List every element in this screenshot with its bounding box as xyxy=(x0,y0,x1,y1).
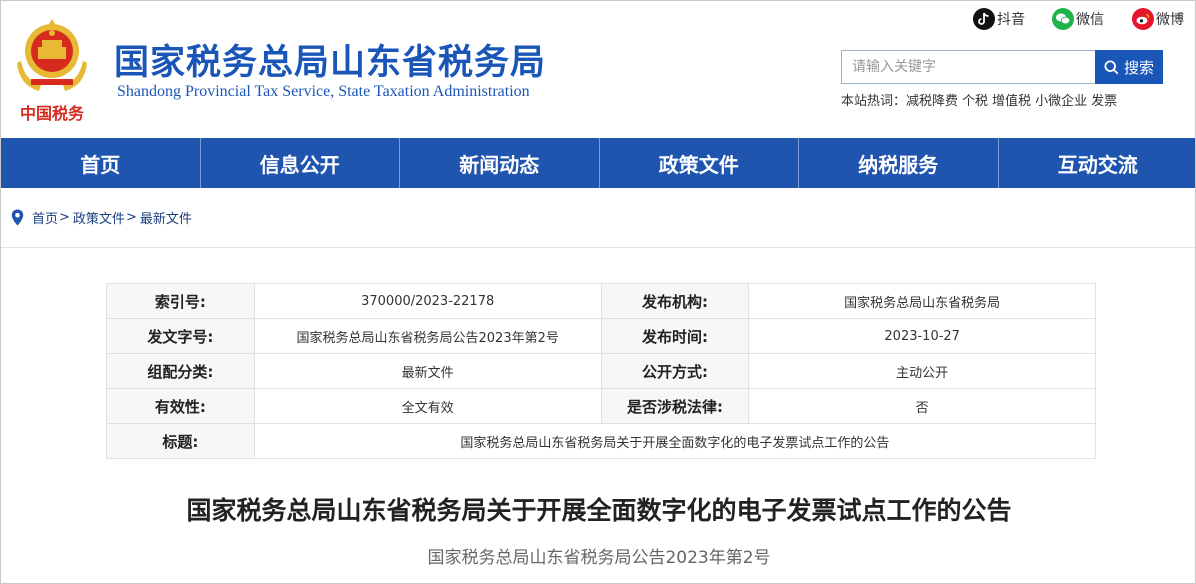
breadcrumb-home[interactable]: 首页 xyxy=(32,208,58,227)
breadcrumb-separator: > xyxy=(125,210,137,225)
hot-word[interactable]: 小微企业 xyxy=(1035,94,1087,109)
index-no-label: 索引号: xyxy=(106,283,255,319)
weibo-icon xyxy=(1132,8,1154,30)
site-subtitle: Shandong Provincial Tax Service, State T… xyxy=(117,83,530,100)
table-row: 组配分类: 最新文件 公开方式: 主动公开 xyxy=(106,353,1096,389)
weixin-link[interactable]: 微信 xyxy=(1052,7,1104,31)
publisher-label: 发布机构: xyxy=(600,283,750,319)
article-title: 国家税务总局山东省税务局关于开展全面数字化的电子发票试点工作的公告 xyxy=(186,496,1012,525)
breadcrumb-policy[interactable]: 政策文件 xyxy=(73,208,125,227)
douyin-link[interactable]: 抖音 xyxy=(973,7,1025,31)
search-input[interactable]: 请输入关键字 xyxy=(841,50,1095,84)
pub-time-value: 2023-10-27 xyxy=(748,318,1096,354)
nav-item-interaction[interactable]: 互动交流 xyxy=(997,138,1196,188)
site-title[interactable]: 国家税务总局山东省税务局 xyxy=(114,34,546,85)
douyin-label: 抖音 xyxy=(997,12,1025,28)
nav-item-info-disclosure[interactable]: 信息公开 xyxy=(199,138,400,188)
table-row: 有效性: 全文有效 是否涉税法律: 否 xyxy=(106,388,1096,424)
hot-words: 本站热词：减税降费 个税 增值税 小微企业 发票 xyxy=(841,90,1121,109)
nav-item-news[interactable]: 新闻动态 xyxy=(399,138,599,188)
page-frame: 中国税务 国家税务总局山东省税务局 Shandong Provincial Ta… xyxy=(0,0,1196,584)
table-row: 索引号: 370000/2023-22178 发布机构: 国家税务总局山东省税务… xyxy=(106,283,1096,319)
table-row: 发文字号: 国家税务总局山东省税务局公告2023年第2号 发布时间: 2023-… xyxy=(106,318,1096,354)
index-no-value: 370000/2023-22178 xyxy=(253,283,602,319)
nav-item-home[interactable]: 首页 xyxy=(1,138,200,188)
hot-word[interactable]: 减税降费 xyxy=(906,94,958,109)
tax-law-label: 是否涉税法律: xyxy=(600,388,750,424)
disclosure-value: 主动公开 xyxy=(748,353,1096,389)
validity-label: 有效性: xyxy=(106,388,255,424)
article-doc-number: 国家税务总局山东省税务局公告2023年第2号 xyxy=(427,548,771,568)
hot-word[interactable]: 增值税 xyxy=(992,94,1031,109)
validity-value: 全文有效 xyxy=(253,388,602,424)
category-label: 组配分类: xyxy=(106,353,255,389)
main-nav: 首页 信息公开 新闻动态 政策文件 纳税服务 互动交流 xyxy=(1,138,1196,188)
doc-no-label: 发文字号: xyxy=(106,318,255,354)
search-button[interactable]: 搜索 xyxy=(1095,50,1163,84)
category-value: 最新文件 xyxy=(253,353,602,389)
tax-emblem-logo[interactable]: 中国税务 xyxy=(11,11,93,129)
weixin-label: 微信 xyxy=(1076,12,1104,28)
doc-no-value: 国家税务总局山东省税务局公告2023年第2号 xyxy=(253,318,602,354)
douyin-icon xyxy=(973,8,995,30)
weibo-label: 微博 xyxy=(1156,12,1184,28)
search-button-label: 搜索 xyxy=(1123,58,1154,77)
weibo-link[interactable]: 微博 xyxy=(1132,7,1184,31)
hot-word[interactable]: 发票 xyxy=(1091,94,1117,109)
nav-item-tax-service[interactable]: 纳税服务 xyxy=(798,138,998,188)
nav-item-policy[interactable]: 政策文件 xyxy=(598,138,799,188)
document-info-table: 索引号: 370000/2023-22178 发布机构: 国家税务总局山东省税务… xyxy=(106,283,1097,459)
title-value: 国家税务总局山东省税务局关于开展全面数字化的电子发票试点工作的公告 xyxy=(253,423,1097,459)
hot-words-label: 本站热词： xyxy=(841,94,907,109)
search-icon xyxy=(1104,59,1119,74)
breadcrumb-latest[interactable]: 最新文件 xyxy=(140,208,192,227)
table-row: 标题: 国家税务总局山东省税务局关于开展全面数字化的电子发票试点工作的公告 xyxy=(106,423,1097,459)
wechat-icon xyxy=(1052,8,1074,30)
publisher-value: 国家税务总局山东省税务局 xyxy=(748,283,1096,319)
location-pin-icon xyxy=(11,209,24,226)
hot-word[interactable]: 个税 xyxy=(962,94,988,109)
disclosure-label: 公开方式: xyxy=(600,353,750,389)
breadcrumb: 首页 > 政策文件 > 最新文件 xyxy=(11,208,192,227)
content-divider xyxy=(1,247,1195,248)
tax-law-value: 否 xyxy=(748,388,1096,424)
pub-time-label: 发布时间: xyxy=(600,318,750,354)
breadcrumb-separator: > xyxy=(59,210,70,225)
svg-text:中国税务: 中国税务 xyxy=(20,104,85,123)
site-header: 中国税务 国家税务总局山东省税务局 Shandong Provincial Ta… xyxy=(1,1,1195,138)
title-label: 标题: xyxy=(106,423,255,459)
